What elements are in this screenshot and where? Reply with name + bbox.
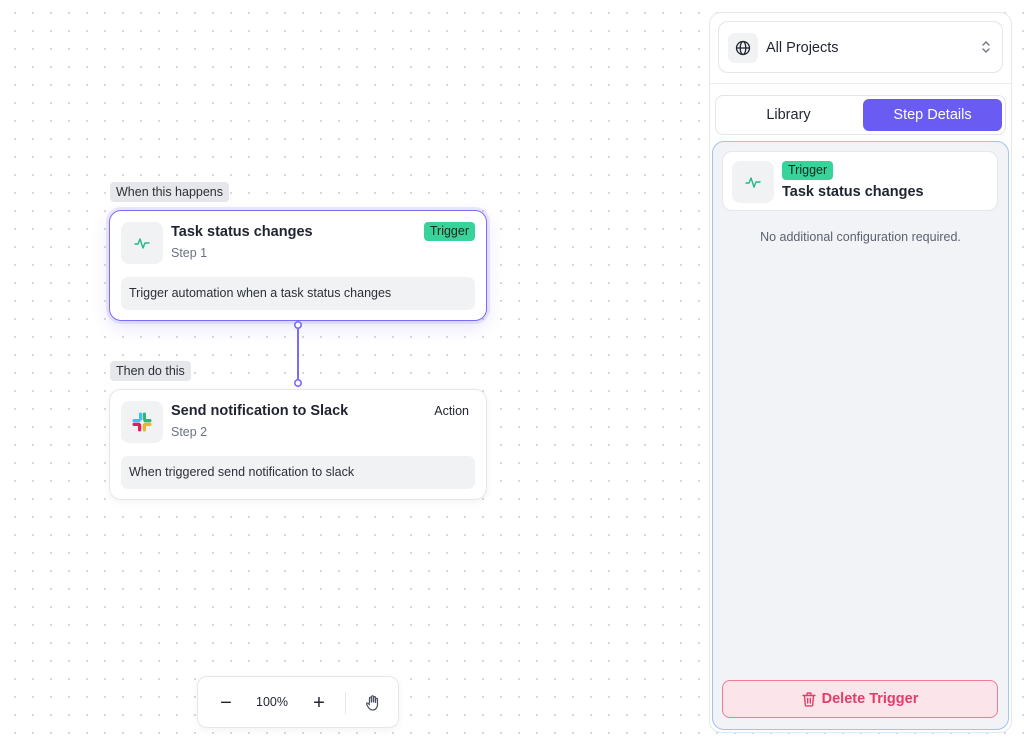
- zoom-level: 100%: [256, 695, 288, 709]
- hand-icon: [365, 695, 379, 711]
- details-trigger-badge: Trigger: [782, 161, 834, 180]
- action-node-description: When triggered send notification to slac…: [121, 456, 475, 489]
- zoom-controls: − 100% +: [197, 676, 399, 728]
- details-step-title: Task status changes: [782, 184, 924, 200]
- action-node-step: Step 2: [171, 425, 208, 439]
- zoom-in-button[interactable]: +: [306, 690, 332, 716]
- selected-step-card: Trigger Task status changes: [722, 151, 998, 211]
- then-do-this-label: Then do this: [110, 361, 191, 381]
- slack-icon: [121, 401, 163, 443]
- no-config-message: No additional configuration required.: [760, 230, 961, 244]
- action-node[interactable]: Send notification to Slack Step 2 Action…: [109, 389, 487, 500]
- delete-trigger-label: Delete Trigger: [821, 691, 919, 707]
- panel-divider: [710, 83, 1011, 84]
- when-this-happens-label: When this happens: [110, 182, 230, 202]
- delete-trigger-button[interactable]: Delete Trigger: [722, 680, 998, 718]
- trigger-badge: Trigger: [423, 222, 475, 241]
- zoom-divider: [345, 692, 346, 714]
- node-connector: [293, 320, 303, 387]
- panel-tabs: Library Step Details: [715, 95, 1006, 135]
- tab-step-details[interactable]: Step Details: [863, 99, 1002, 131]
- project-select-label: All Projects: [766, 40, 839, 56]
- step-details-panel: Trigger Task status changes No additiona…: [712, 141, 1009, 730]
- side-panel: All Projects Library Step Details Trigge…: [709, 12, 1012, 733]
- trigger-node[interactable]: Task status changes Step 1 Trigger Trigg…: [109, 210, 487, 321]
- chevron-updown-icon: [982, 41, 990, 53]
- action-node-title: Send notification to Slack: [171, 403, 349, 419]
- action-badge: Action: [434, 404, 469, 418]
- trigger-node-title: Task status changes: [171, 224, 313, 240]
- activity-icon: [732, 161, 774, 203]
- project-select[interactable]: All Projects: [718, 21, 1003, 73]
- trigger-node-description: Trigger automation when a task status ch…: [121, 277, 475, 310]
- zoom-out-button[interactable]: −: [213, 690, 239, 716]
- trigger-node-step: Step 1: [171, 246, 208, 260]
- activity-icon: [121, 222, 163, 264]
- trash-icon: [801, 691, 816, 707]
- globe-icon: [728, 33, 758, 63]
- hand-tool-button[interactable]: [360, 690, 386, 716]
- workflow-canvas[interactable]: When this happens Task status changes St…: [0, 0, 700, 745]
- tab-library[interactable]: Library: [719, 99, 858, 131]
